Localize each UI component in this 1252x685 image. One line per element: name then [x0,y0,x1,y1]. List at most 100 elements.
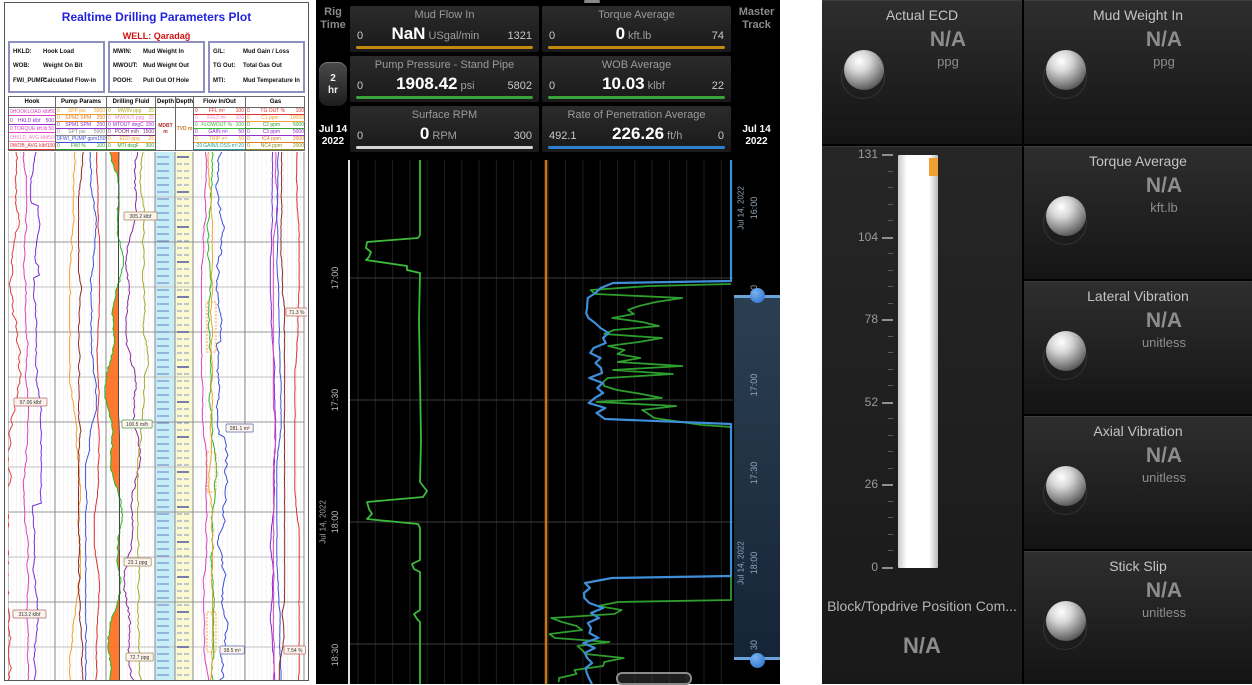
gauge-minor-tick [888,270,893,271]
scale-row: 0FWI %100 [56,143,106,150]
gauge-major-tick [882,402,893,404]
card-title: Stick Slip [1024,551,1252,574]
gauge-range-bar [548,146,725,149]
column-header: Pump Params [56,97,106,108]
scale-label: C2 ppm [263,122,281,128]
tiles-right-column: Mud Weight InN/AppgTorque AverageN/Akft.… [1024,0,1252,684]
gauge-max: 0 [718,130,724,142]
legend-entry: TG Out:Total Gas Out [213,63,300,70]
legend-desc: Hook Load [43,49,74,56]
gauge-max: 5802 [508,80,532,92]
horizontal-scrollbar[interactable] [616,672,692,685]
legend-abbr: MWOUT: [113,63,143,70]
table-column-gas: Gas0TG OUT %1000C1 ppm100000C2 ppm50000C… [246,97,305,150]
top-scroll-notch[interactable] [584,0,600,3]
gauge-center: 226.26ft/h [577,124,718,144]
table-column-depth: DepthMDBT m [156,97,176,150]
column-header: Flow In/Out [194,97,245,108]
realtime-strip-chart[interactable] [350,160,733,684]
scale-label: MTI degF [118,143,139,149]
scale-min: 0 [247,129,250,135]
master-track-label: Master Track [733,6,780,32]
scale-row: 0HOOKLOAD klbf500 [9,108,55,116]
master-date-label: Jul 14, 2022 [737,541,746,585]
scale-min: 0 [57,108,60,114]
scale-max: 100 [236,122,244,128]
gauge-rate-of-penetration-average: Rate of Penetration Average 492.1226.26ft… [542,106,731,152]
gauge-major-tick [882,484,893,486]
table-column-hook: Hook0HOOKLOAD klbf5000HKLD klbf5000TORQU… [9,97,56,150]
scale-min: 0 [108,129,111,135]
scale-row: 0FLOWOUT %100 [194,122,245,129]
scale-max: 25 [148,136,154,142]
time-axis-tick-label: 17:00 [330,267,340,290]
legend-abbr: HKLD: [13,49,43,56]
scale-row: 0MWIN ppg25 [107,108,155,115]
legend-desc: Weight On Bit [43,63,83,70]
tile-mud-weight-in: Mud Weight InN/Appg [1024,0,1252,144]
time-interval-button[interactable]: 2 hr [319,62,347,106]
gauge-unit: klbf [648,80,665,92]
svg-text:72.7 ppg: 72.7 ppg [130,655,150,661]
gauge-pump-pressure-stand-pipe: Pump Pressure - Stand Pipe01908.42psi580… [350,56,539,102]
scale-min: 0 [195,136,198,142]
scale-max: 5000 [94,108,105,114]
card-value: N/A [1024,309,1252,333]
table-column-depth: DepthTVD m [176,97,194,150]
gauge-major-tick [882,319,893,321]
scale-max: 25 [148,115,154,121]
legend-entry: FWI_PUMP:Calculated Flow-in [13,78,100,85]
card-title: Torque Average [1024,146,1252,169]
scale-label: SPT psi [68,129,85,135]
legend-column-2: G/L:Mud Gain / LossTG Out:Total Gas OutM… [208,41,305,93]
tile-torque-average: Torque AverageN/Akft.lb [1024,146,1252,279]
legend-entry: POOH:Pull Out Of Hole [113,78,200,85]
scale-label: SPP psi [68,108,86,114]
scale-row: 0MTI degF300 [107,143,155,150]
scale-max: 2000 [293,136,304,142]
gauge-unit: USgal/min [428,30,479,42]
column-header: Depth [156,97,175,108]
scale-max: 100 [296,108,304,114]
scale-label: HKLD_AVG klbf [13,135,48,141]
legend-desc: Total Gas Out [243,63,282,70]
gauge-value: 0 [616,24,625,43]
status-tiles-panel: Actual ECDN/Appg 1311047852260 Block/Top… [822,0,1252,684]
gauge-readout-row: 492.1226.26ft/h0 [549,124,724,144]
legend-abbr: MTI: [213,78,243,85]
scale-label: TRIP m³ [209,136,228,142]
gauge-center: NaNUSgal/min [363,24,507,44]
gauge-value: 1908.42 [396,74,457,93]
scale-label: POOH m/h [115,129,139,135]
status-orb-icon [1046,331,1086,371]
scale-max: 100 [97,143,105,149]
card-value: N/A [1024,444,1252,468]
gauge-center: 0kft.lb [555,24,712,44]
svg-text:97.06 klbf: 97.06 klbf [20,400,42,406]
scale-row: 0IC4 ppm2000 [246,136,305,143]
scale-label: FLOWOUT % [201,122,232,128]
gauge-range-bar [356,46,533,49]
scale-max: 250 [97,122,105,128]
gauge-title: WOB Average [542,56,731,71]
status-orb-icon [1046,466,1086,506]
scale-min: 0 [247,136,250,142]
gauge-max: 300 [514,130,532,142]
gauge-wob-average: WOB Average010.03klbf22 [542,56,731,102]
gauge-value: 226.26 [612,124,664,143]
gauge-min: 492.1 [549,130,577,142]
scale-max: 500 [50,109,55,115]
scale-row: 0TRIP m³50 [194,136,245,143]
time-axis-date: Jul 14 2022 [316,124,350,148]
tile-stick-slip: Stick SlipN/Aunitless [1024,551,1252,684]
card-title: Axial Vibration [1024,416,1252,439]
selection-handle-bottom[interactable] [750,653,765,668]
legend-abbr: MWIN: [113,49,143,56]
gauge-title: Rate of Penetration Average [542,106,731,121]
gauge-minor-tick [888,468,893,469]
gauge-title: Pump Pressure - Stand Pipe [350,56,539,71]
scale-row: 0SPM2 SPM250 [56,115,106,122]
selection-handle-top[interactable] [750,288,765,303]
scale-label: FWI % [71,143,86,149]
scale-min: 0 [108,136,111,142]
